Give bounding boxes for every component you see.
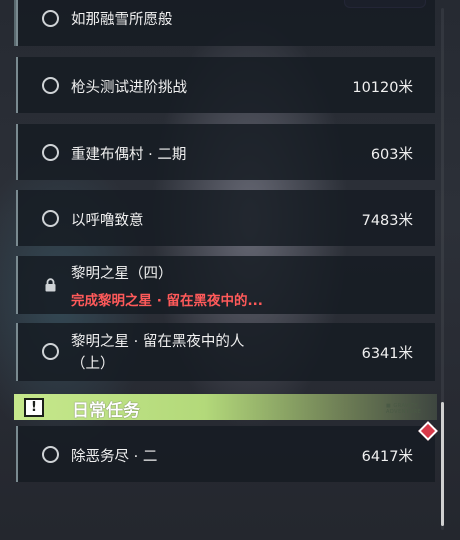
quest-distance: 6417米 xyxy=(361,449,413,465)
quest-status-circle-icon xyxy=(42,77,59,94)
quest-title: 黎明之星（四） xyxy=(71,266,173,282)
quest-title-line2: （上） xyxy=(71,356,115,372)
quest-title: 以呼噜致意 xyxy=(71,213,144,229)
quest-title: 枪头测试进阶挑战 xyxy=(71,80,187,96)
quest-card-daily-purge[interactable]: 除恶务尽 · 二 6417米 xyxy=(16,426,435,482)
quest-status-circle-icon xyxy=(42,343,59,360)
quest-unlock-requirement: 完成黎明之星 · 留在黑夜中的... xyxy=(71,293,263,309)
quest-card-purr-greeting[interactable]: 以呼噜致意 7483米 xyxy=(16,190,435,246)
quest-title: 如那融雪所愿般 xyxy=(71,12,173,28)
quest-distance: 6341米 xyxy=(361,346,413,362)
quest-card-rebuild-village[interactable]: 重建布偶村 · 二期 603米 xyxy=(16,124,435,180)
quest-status-circle-icon xyxy=(42,446,59,463)
quest-status-circle-icon xyxy=(42,144,59,161)
quest-card-melting-snow[interactable]: 如那融雪所愿般 xyxy=(16,0,435,46)
quest-status-circle-icon xyxy=(42,10,59,27)
quest-distance: 10120米 xyxy=(352,80,413,96)
section-tag: ■ GRAVITY ADVENTURE xyxy=(386,403,422,415)
quest-title: 除恶务尽 · 二 xyxy=(71,449,158,465)
exclamation-icon: ! xyxy=(24,398,44,417)
quest-distance: 7483米 xyxy=(361,213,413,229)
lock-icon xyxy=(44,277,57,296)
section-title: 日常任务 xyxy=(72,401,140,421)
quest-card-dawn-star-locked[interactable]: 黎明之星（四） 完成黎明之星 · 留在黑夜中的... xyxy=(16,256,435,314)
quest-card-dawn-star-night[interactable]: 黎明之星 · 留在黑夜中的人 （上） 6341米 xyxy=(16,323,435,381)
daily-quests-header[interactable]: ! 日常任务 ■ GRAVITY ADVENTURE xyxy=(14,394,437,421)
scrollbar-thumb[interactable] xyxy=(441,402,444,526)
quest-title: 重建布偶村 · 二期 xyxy=(71,147,187,163)
quest-title-line1: 黎明之星 · 留在黑夜中的人 xyxy=(71,334,245,350)
quest-distance: 603米 xyxy=(370,147,413,163)
quest-card-spear-test[interactable]: 枪头测试进阶挑战 10120米 xyxy=(16,57,435,113)
quest-status-circle-icon xyxy=(42,210,59,227)
